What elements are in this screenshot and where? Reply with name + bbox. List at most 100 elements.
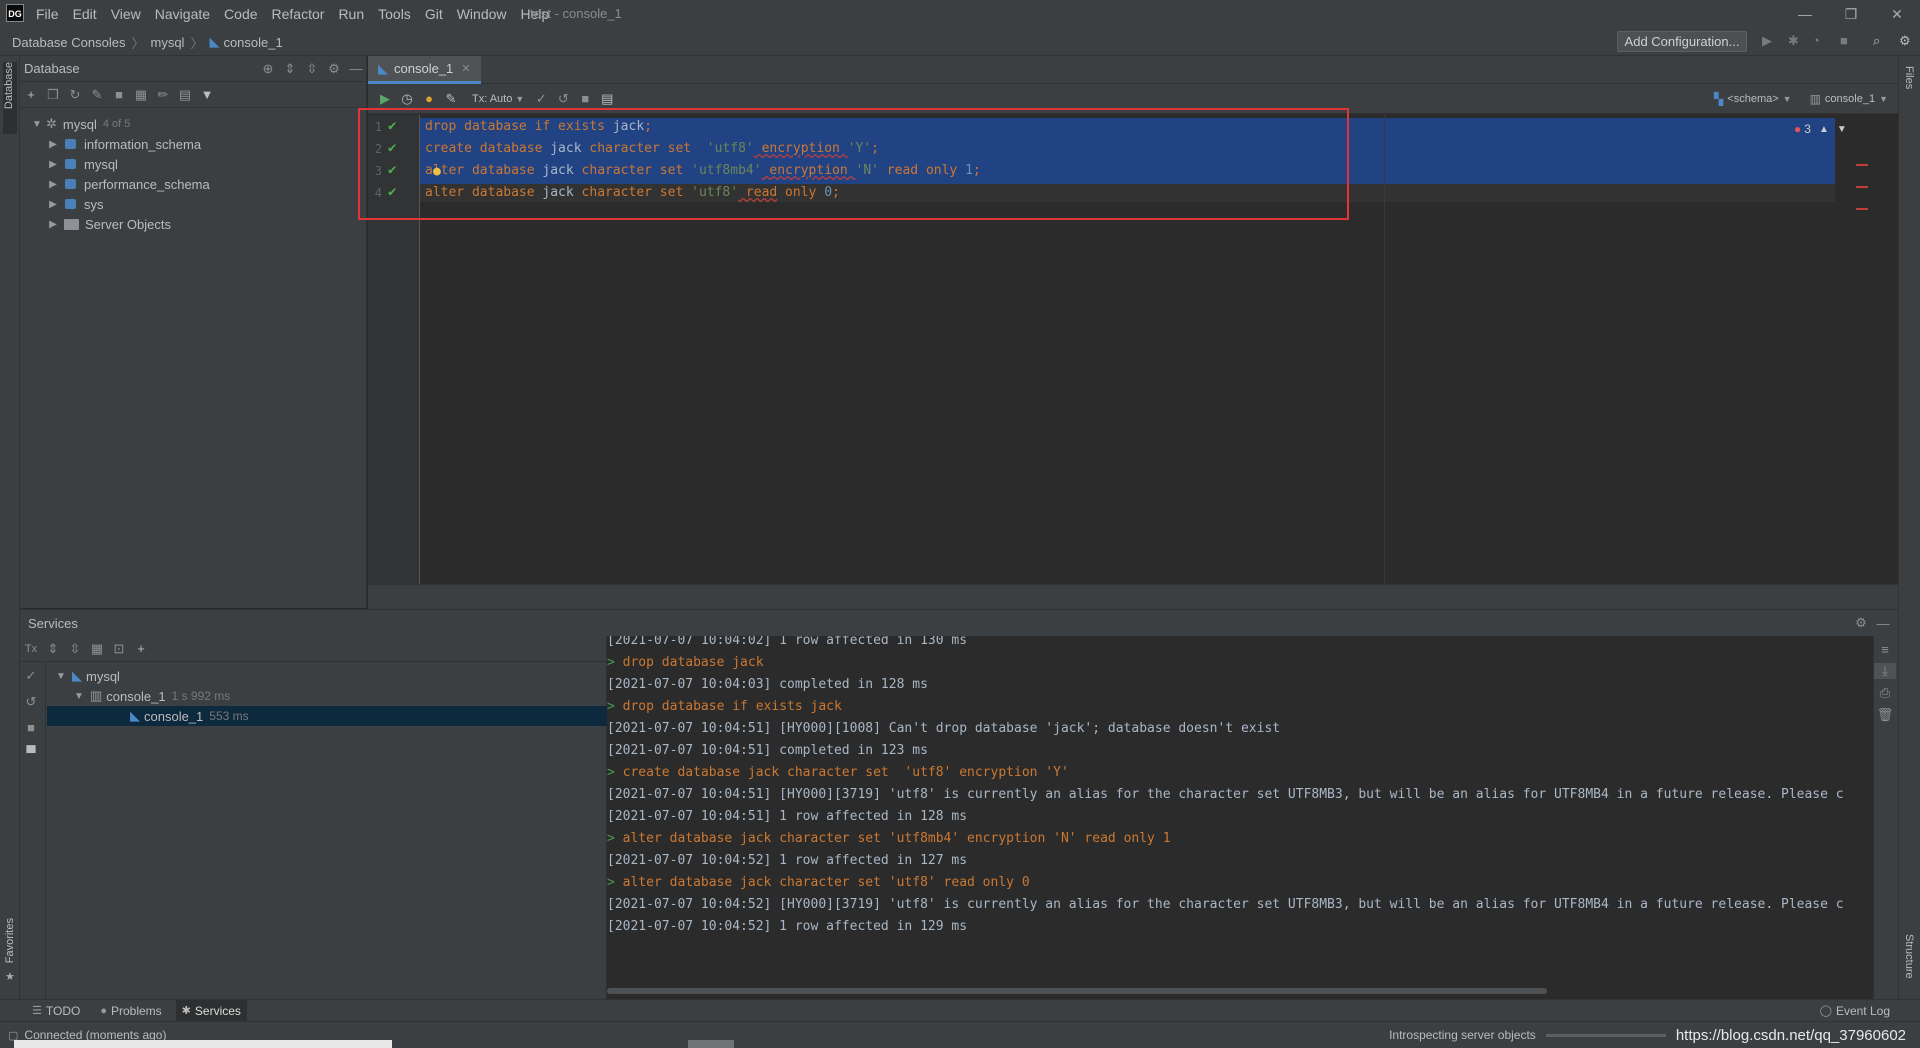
close-tab-icon[interactable]: ✕ (461, 62, 470, 75)
menu-code[interactable]: Code (224, 6, 257, 22)
scroll-to-end-icon[interactable]: ⤓ (1874, 663, 1896, 679)
files-tool-label[interactable]: Files (1903, 66, 1915, 89)
chevron-right-icon[interactable]: ▶ (46, 199, 60, 210)
history-icon[interactable]: ◷ (396, 91, 418, 107)
close-icon[interactable]: ✕ (1874, 6, 1920, 23)
filter-icon[interactable]: ▼ (196, 87, 218, 102)
layout-icon[interactable]: ⊡ (108, 641, 130, 657)
error-navigator[interactable]: ● 3 ▲ ▼ (1794, 120, 1847, 138)
chevron-right-icon[interactable]: ▶ (46, 159, 60, 170)
stop-icon[interactable]: ■ (20, 720, 42, 735)
services-tree-session[interactable]: ◣ console_1 553 ms (47, 706, 607, 726)
gear-icon[interactable]: ⚙ (1899, 33, 1911, 49)
breadcrumb-mysql[interactable]: mysql (150, 35, 184, 50)
tx-icon[interactable]: Tx (20, 643, 42, 655)
chevron-down-icon[interactable]: ▼ (54, 671, 68, 682)
tree-item-mysql[interactable]: ▶ mysql (46, 154, 118, 174)
error-stripe-mark[interactable] (1856, 186, 1868, 188)
chevron-down-icon[interactable]: ▼ (1879, 94, 1888, 104)
menu-edit[interactable]: Edit (73, 6, 97, 22)
tree-item-server-objects[interactable]: ▶ Server Objects (46, 214, 171, 234)
explain-plan-icon[interactable]: ● (418, 91, 440, 106)
search-icon[interactable]: ⌕ (1873, 33, 1880, 49)
database-tool-tab[interactable]: Database (3, 62, 17, 134)
services-tree-mysql[interactable]: ▼ ◣ mysql (54, 666, 120, 686)
structure-tool-label[interactable]: Structure (1903, 934, 1915, 979)
hide-panel-icon[interactable]: — (345, 61, 367, 76)
expand-all-icon[interactable]: ⇕ (279, 61, 301, 77)
menu-git[interactable]: Git (425, 6, 443, 22)
session-selector[interactable]: console_1 (1825, 93, 1875, 105)
menu-refactor[interactable]: Refactor (272, 6, 325, 22)
layout-icon[interactable]: ▀ (20, 745, 42, 760)
gear-icon[interactable]: ⚙ (323, 61, 345, 77)
tree-item-sys[interactable]: ▶ sys (46, 194, 103, 214)
settings-wrench-icon[interactable]: ✎ (440, 91, 462, 107)
menu-window[interactable]: Window (457, 6, 507, 22)
add-icon[interactable]: + (130, 641, 152, 656)
services-tree-console[interactable]: ▼ ▥ console_1 1 s 992 ms (72, 686, 230, 706)
error-stripe-mark[interactable] (1856, 208, 1868, 210)
table-icon[interactable]: ▦ (130, 87, 152, 103)
error-stripe-mark[interactable] (1856, 164, 1868, 166)
stop-icon[interactable]: ■ (108, 87, 130, 102)
tab-services[interactable]: ✱ Services (175, 999, 247, 1022)
collapse-all-icon[interactable]: ⇳ (64, 641, 86, 657)
restore-icon[interactable]: ❐ (1828, 6, 1874, 23)
collapse-all-icon[interactable]: ⇳ (301, 61, 323, 77)
debug-icon[interactable]: ✱ (1788, 33, 1799, 49)
background-task-label[interactable]: Introspecting server objects (1389, 1028, 1536, 1042)
services-output[interactable]: [2021-07-07 10:04:02] 1 row affected in … (607, 636, 1898, 1000)
chevron-down-icon[interactable]: ▼ (72, 691, 86, 702)
tab-console[interactable]: ◣ console_1 ✕ (368, 56, 481, 84)
rollback-icon[interactable]: ↺ (552, 91, 574, 107)
rollback-icon[interactable]: ↺ (20, 694, 42, 710)
minimize-icon[interactable]: — (1782, 6, 1828, 22)
menu-tools[interactable]: Tools (378, 6, 411, 22)
target-icon[interactable]: ⊕ (257, 61, 279, 77)
run-icon[interactable]: ▶ (1762, 33, 1772, 49)
tx-mode-select[interactable]: Tx: Auto (472, 93, 512, 105)
schema-selector[interactable]: <schema> (1727, 93, 1778, 105)
menu-run[interactable]: Run (338, 6, 364, 22)
stop-icon[interactable]: ■ (1840, 33, 1848, 48)
chevron-down-icon[interactable]: ▼ (30, 119, 44, 130)
tree-item-performance-schema[interactable]: ▶ performance_schema (46, 174, 210, 194)
menu-view[interactable]: View (111, 6, 141, 22)
previous-error-icon[interactable]: ▲ (1819, 124, 1829, 135)
next-error-icon[interactable]: ▼ (1837, 124, 1847, 135)
menu-navigate[interactable]: Navigate (155, 6, 210, 22)
soft-wrap-icon[interactable]: ≡ (1874, 642, 1896, 657)
tree-root-mysql[interactable]: ▼ ✲ mysql 4 of 5 (30, 114, 130, 134)
chevron-down-icon[interactable]: ▼ (1783, 94, 1792, 104)
execute-icon[interactable]: ▶ (374, 91, 396, 107)
chevron-down-icon[interactable]: ▼ (515, 94, 524, 104)
stop-icon[interactable]: ■ (574, 91, 596, 106)
properties-icon[interactable]: ✎ (86, 87, 108, 103)
chevron-right-icon[interactable]: ▶ (46, 179, 60, 190)
commit-icon[interactable]: ✓ (20, 668, 42, 684)
console-icon[interactable]: ▤ (174, 87, 196, 103)
gear-icon[interactable]: ⚙ (1850, 615, 1872, 631)
edit-icon[interactable]: ✏ (152, 87, 174, 103)
coverage-icon[interactable]: ◔ (1812, 33, 1820, 48)
horizontal-scrollbar[interactable] (607, 988, 1547, 994)
tab-problems[interactable]: ● Problems (100, 1000, 161, 1022)
copy-icon[interactable]: ❐ (42, 87, 64, 103)
breadcrumb-database-consoles[interactable]: Database Consoles (12, 35, 125, 50)
menu-file[interactable]: File (36, 6, 59, 22)
commit-icon[interactable]: ✓ (530, 91, 552, 107)
hide-panel-icon[interactable]: — (1872, 616, 1894, 631)
trash-icon[interactable]: 🗑 (1874, 707, 1896, 723)
event-log-button[interactable]: ◯ Event Log (1820, 1000, 1890, 1022)
chevron-right-icon[interactable]: ▶ (46, 139, 60, 150)
group-icon[interactable]: ▦ (86, 641, 108, 657)
favorites-tool-label[interactable]: Favorites (4, 918, 16, 963)
tree-item-information-schema[interactable]: ▶ information_schema (46, 134, 201, 154)
add-configuration-button[interactable]: Add Configuration... (1617, 31, 1747, 52)
tab-todo[interactable]: ☰ TODO (32, 1000, 80, 1022)
print-icon[interactable]: ⎙ (1874, 685, 1896, 701)
add-icon[interactable]: + (20, 87, 42, 102)
breadcrumb-console[interactable]: console_1 (223, 35, 282, 50)
refresh-icon[interactable]: ↻ (64, 87, 86, 103)
